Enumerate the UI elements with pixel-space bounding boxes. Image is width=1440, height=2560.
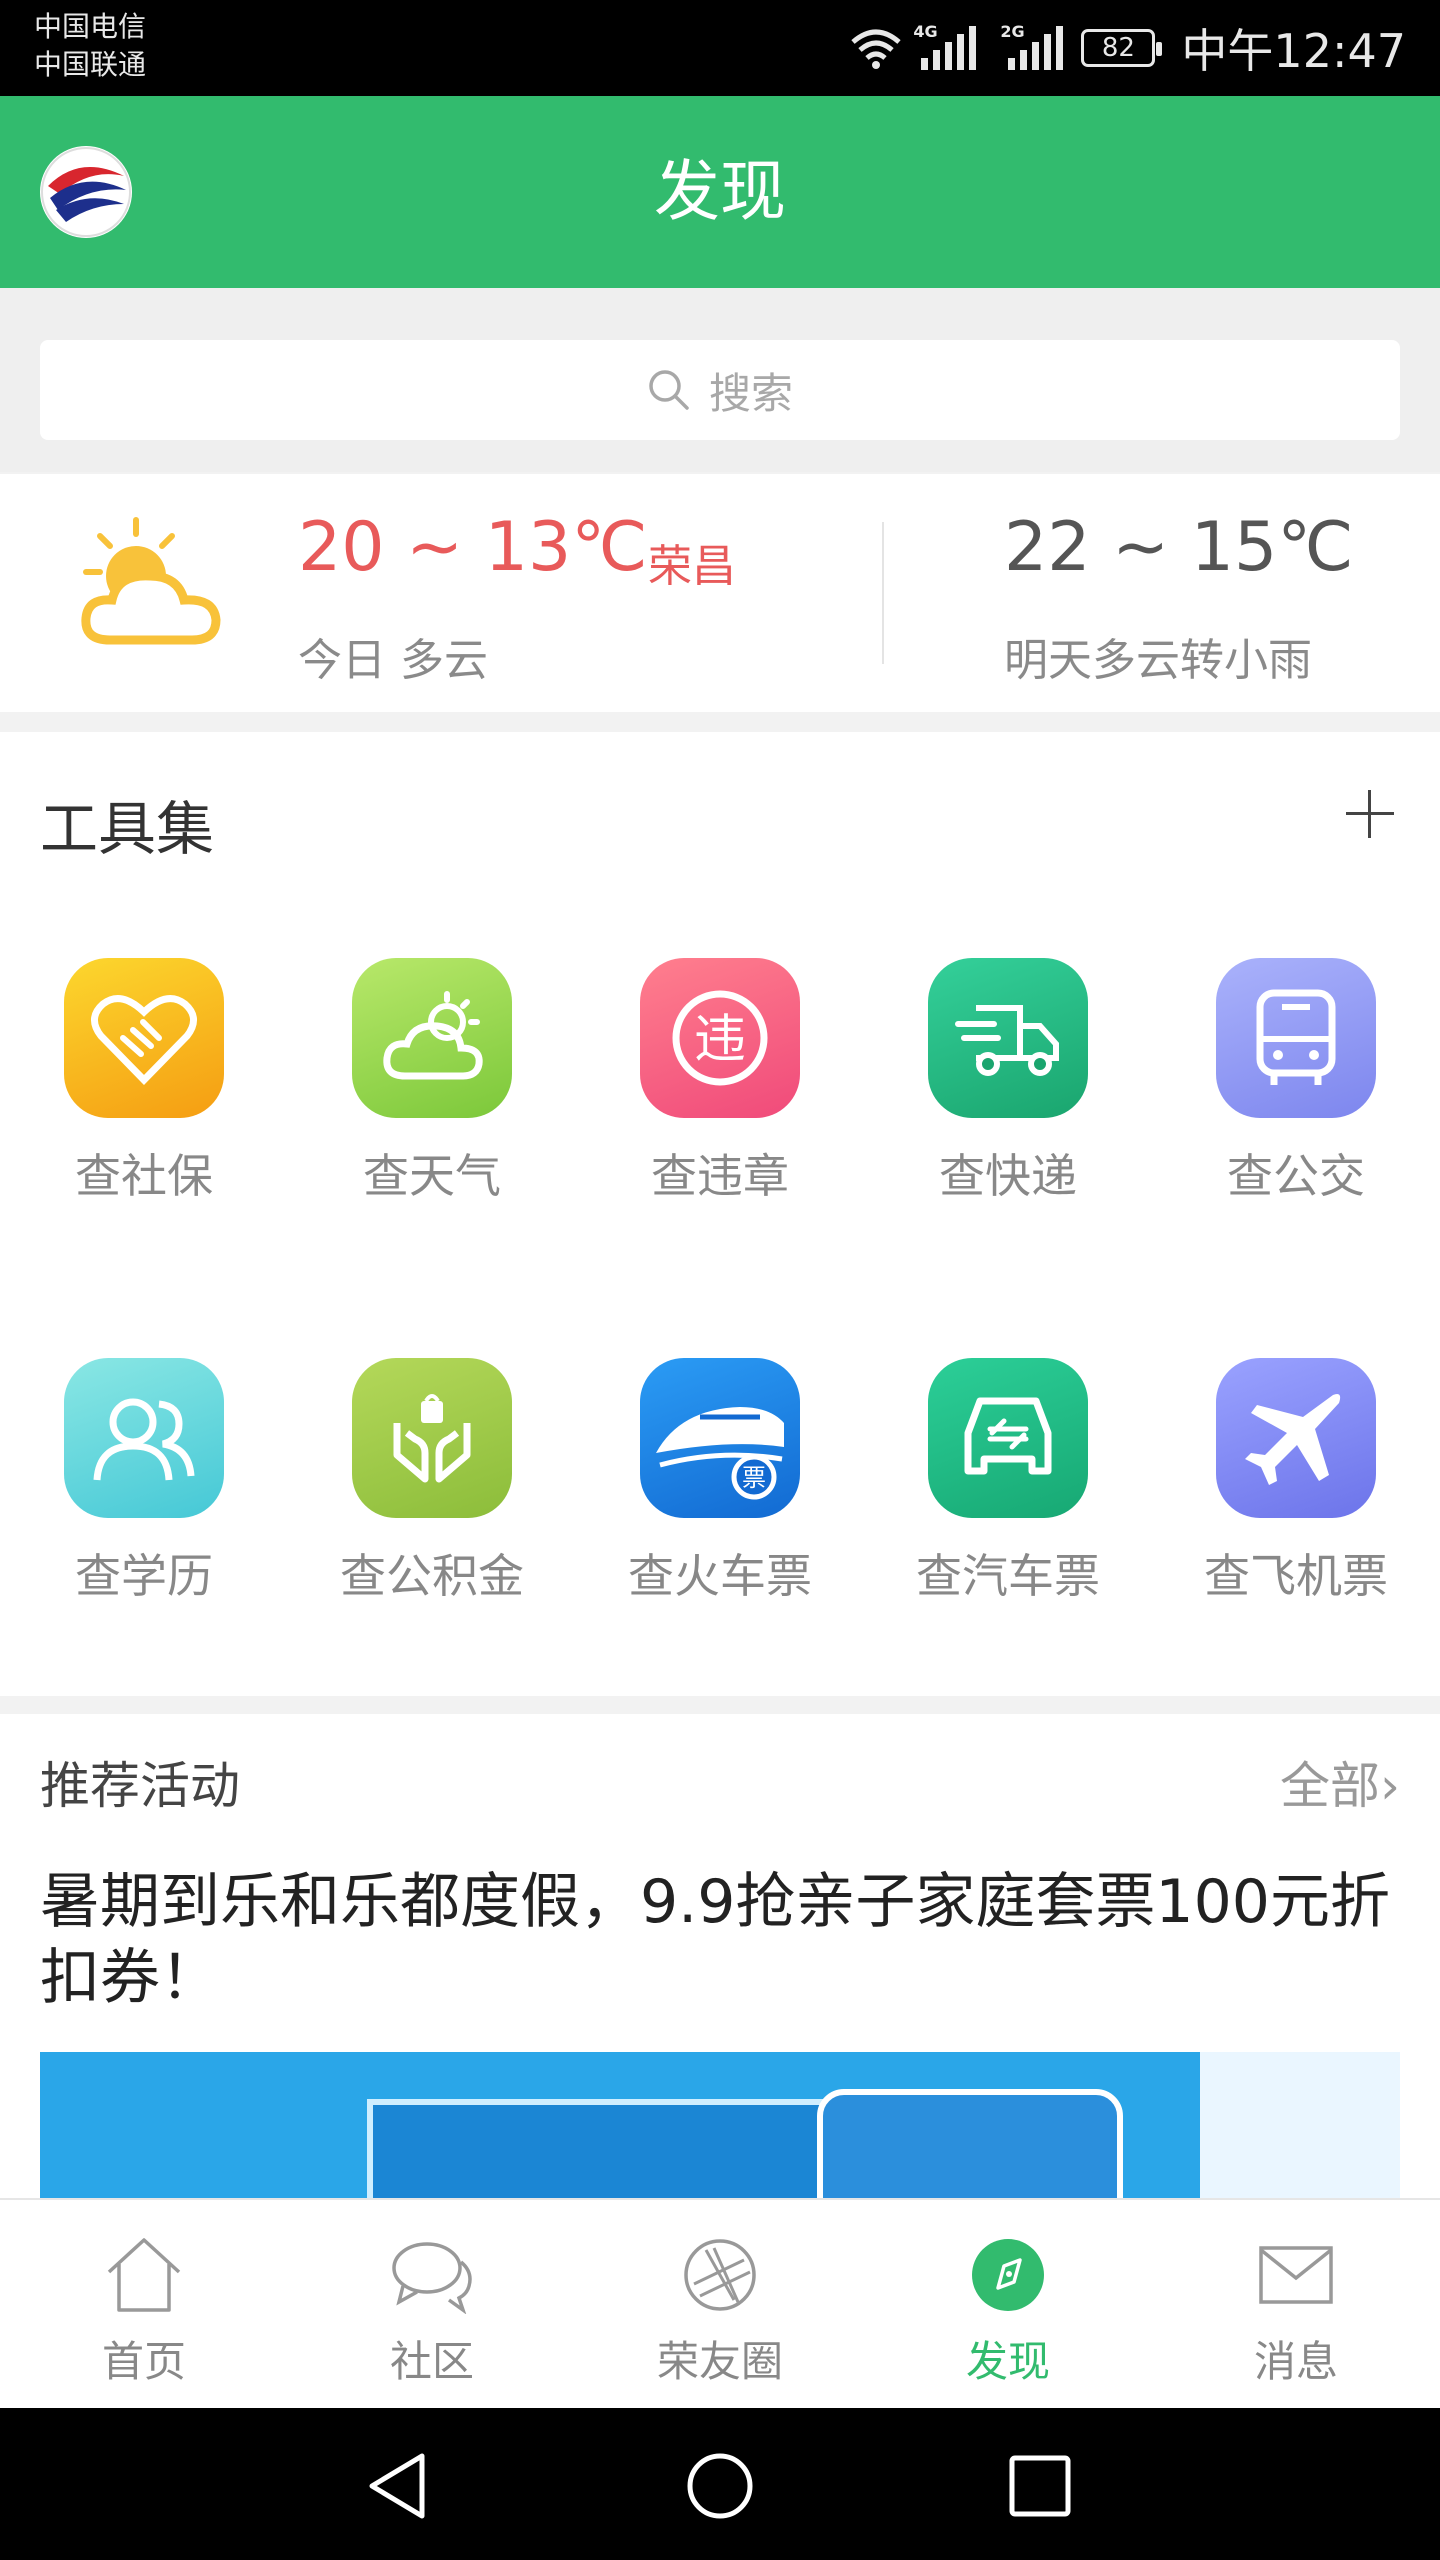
today-description: 今日 多云	[298, 635, 488, 686]
tool-social-security[interactable]: 查社保	[0, 958, 288, 1206]
tool-car-ticket[interactable]: 查汽车票	[864, 1358, 1152, 1606]
tools-section: 工具集 查社保 查天气 违 查违章 查快递 查公交 查学历 查公积金 票 查火车…	[0, 732, 1440, 1696]
divider	[882, 522, 884, 664]
partly-cloudy-icon	[81, 517, 221, 645]
view-all-label: 全部	[1280, 1757, 1380, 1815]
today-temperature: 20 ~ 13℃	[298, 508, 648, 587]
home-circle-icon[interactable]	[686, 2452, 754, 2520]
wifi-icon	[851, 29, 902, 69]
weather-card[interactable]: 20 ~ 13℃ 荣昌 今日 多云 22 ~ 15℃ 明天多云转小雨	[0, 474, 1440, 712]
tools-title: 工具集	[40, 795, 215, 863]
system-navigation-bar	[0, 2408, 1440, 2560]
nav-community[interactable]: 社区	[288, 2200, 576, 2408]
status-bar: 中国电信 中国联通 4G 2G 82 中午12:47	[0, 0, 1440, 96]
tool-label: 查公积金	[340, 1549, 524, 1603]
tool-housing-fund[interactable]: 查公积金	[288, 1358, 576, 1606]
page-title: 发现	[654, 153, 786, 230]
recents-icon[interactable]	[1008, 2454, 1072, 2518]
nav-discover[interactable]: 发现	[864, 2200, 1152, 2408]
tool-label: 查汽车票	[916, 1549, 1100, 1603]
carrier-info: 中国电信 中国联通	[34, 8, 146, 84]
add-tool-button[interactable]	[1340, 784, 1400, 844]
tool-train-ticket[interactable]: 票 查火车票	[576, 1358, 864, 1606]
app-header: 发现	[0, 96, 1440, 288]
bus-icon	[1216, 958, 1376, 1118]
chevron-right-icon: ›	[1380, 1757, 1400, 1815]
section-title: 推荐活动	[40, 1757, 240, 1815]
nav-label: 首页	[101, 2337, 186, 2386]
weather-icon	[352, 958, 512, 1118]
svg-text:违: 违	[694, 1010, 746, 1070]
activity-headline[interactable]: 暑期到乐和乐都度假，9.9抢亲子家庭套票100元折扣券！	[40, 1864, 1400, 2016]
nav-label: 发现	[965, 2337, 1050, 2386]
tool-label: 查快递	[939, 1149, 1077, 1203]
tool-label: 查火车票	[628, 1549, 812, 1603]
tool-label: 查飞机票	[1204, 1549, 1388, 1603]
train-ticket-icon: 票	[640, 1358, 800, 1518]
compass-icon	[972, 2239, 1044, 2311]
carrier-2: 中国联通	[34, 48, 147, 81]
handshake-heart-icon	[64, 958, 224, 1118]
activity-banner-image[interactable]	[40, 2052, 1400, 2200]
chat-bubble-icon	[392, 2242, 472, 2314]
home-icon	[107, 2238, 181, 2312]
svg-text:票: 票	[742, 1464, 766, 1492]
search-icon	[649, 370, 689, 410]
tool-flight-ticket[interactable]: 查飞机票	[1152, 1358, 1440, 1606]
bottom-navigation: 首页 社区 荣友圈 发现 消息	[0, 2198, 1440, 2408]
search-area: 搜索	[0, 288, 1440, 472]
delivery-truck-icon	[928, 958, 1088, 1118]
nav-label: 社区	[389, 2337, 474, 2386]
nav-messages[interactable]: 消息	[1152, 2200, 1440, 2408]
signal-2g-icon: 2G	[1000, 22, 1064, 70]
tool-label: 查天气	[363, 1149, 501, 1203]
nav-label: 消息	[1253, 2337, 1338, 2386]
nav-home[interactable]: 首页	[0, 2200, 288, 2408]
signal-4g-icon: 4G	[913, 22, 977, 70]
network-type-1: 4G	[913, 22, 938, 41]
tool-weather[interactable]: 查天气	[288, 958, 576, 1206]
nav-label: 荣友圈	[656, 2337, 783, 2386]
carrier-1: 中国电信	[34, 10, 147, 43]
hands-bag-icon	[352, 1358, 512, 1518]
clock: 中午12:47	[1181, 24, 1406, 78]
tool-education[interactable]: 查学历	[0, 1358, 288, 1606]
tomorrow-description: 明天多云转小雨	[1004, 635, 1312, 686]
tomorrow-temperature: 22 ~ 15℃	[1004, 508, 1354, 587]
airplane-icon	[1216, 1358, 1376, 1518]
tool-bus[interactable]: 查公交	[1152, 958, 1440, 1206]
car-ticket-icon	[928, 1358, 1088, 1518]
envelope-icon	[1259, 2246, 1333, 2304]
nav-circle[interactable]: 荣友圈	[576, 2200, 864, 2408]
tool-label: 查学历	[75, 1549, 213, 1603]
tool-label: 查违章	[651, 1149, 789, 1203]
city-name: 荣昌	[648, 541, 736, 592]
battery-level: 82	[1101, 33, 1135, 63]
tool-label: 查公交	[1227, 1149, 1365, 1203]
tool-express[interactable]: 查快递	[864, 958, 1152, 1206]
tool-violation[interactable]: 违 查违章	[576, 958, 864, 1206]
search-placeholder: 搜索	[708, 368, 793, 418]
people-icon	[64, 1358, 224, 1518]
view-all-link[interactable]: 全部›	[1280, 1746, 1400, 1818]
search-input[interactable]: 搜索	[40, 340, 1400, 440]
battery-icon: 82	[1081, 29, 1163, 67]
recommended-activities: 推荐活动 全部› 暑期到乐和乐都度假，9.9抢亲子家庭套票100元折扣券！	[0, 1714, 1440, 2200]
network-type-2: 2G	[1000, 22, 1025, 41]
violation-icon: 违	[640, 958, 800, 1118]
aperture-icon	[684, 2239, 756, 2311]
back-icon[interactable]	[366, 2452, 430, 2520]
tool-label: 查社保	[75, 1149, 213, 1203]
